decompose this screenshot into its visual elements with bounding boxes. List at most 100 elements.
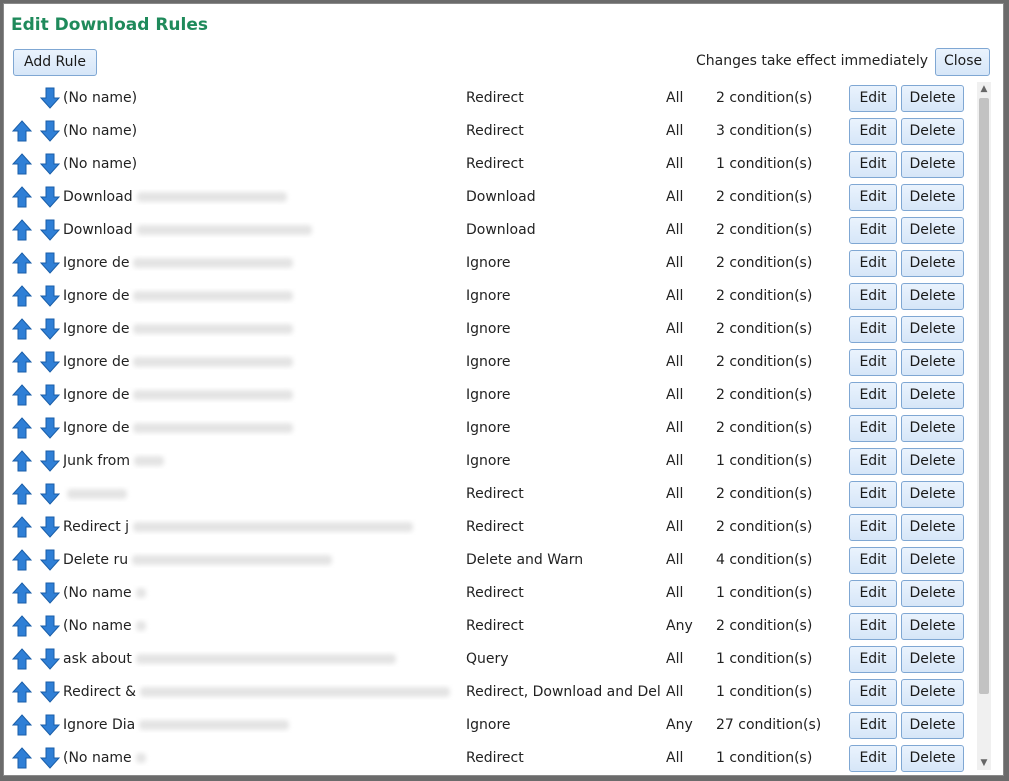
rule-conditions: 2 condition(s) <box>716 387 813 403</box>
delete-button[interactable]: Delete <box>901 514 964 541</box>
arrow-up-icon[interactable] <box>12 516 32 538</box>
arrow-down-icon[interactable] <box>40 483 60 505</box>
arrow-up-icon[interactable] <box>12 483 32 505</box>
rule-conditions: 1 condition(s) <box>716 156 813 172</box>
rule-conditions: 2 condition(s) <box>716 519 813 535</box>
delete-button[interactable]: Delete <box>901 580 964 607</box>
rule-action: Download <box>466 222 536 238</box>
arrow-down-icon[interactable] <box>40 615 60 637</box>
arrow-up-icon[interactable] <box>12 120 32 142</box>
delete-button[interactable]: Delete <box>901 712 964 739</box>
arrow-down-icon[interactable] <box>40 219 60 241</box>
delete-button[interactable]: Delete <box>901 613 964 640</box>
edit-button[interactable]: Edit <box>849 613 897 640</box>
arrow-down-icon[interactable] <box>40 252 60 274</box>
arrow-down-icon[interactable] <box>40 153 60 175</box>
delete-button[interactable]: Delete <box>901 415 964 442</box>
delete-button[interactable]: Delete <box>901 316 964 343</box>
delete-button[interactable]: Delete <box>901 745 964 772</box>
arrow-down-icon[interactable] <box>40 384 60 406</box>
arrow-up-icon[interactable] <box>12 681 32 703</box>
edit-button[interactable]: Edit <box>849 316 897 343</box>
add-rule-button[interactable]: Add Rule <box>13 49 97 76</box>
delete-button[interactable]: Delete <box>901 481 964 508</box>
arrow-up-icon[interactable] <box>12 285 32 307</box>
close-button[interactable]: Close <box>935 48 990 76</box>
arrow-down-icon[interactable] <box>40 87 60 109</box>
scroll-down-arrow-icon[interactable]: ▼ <box>977 756 991 770</box>
edit-button[interactable]: Edit <box>849 382 897 409</box>
edit-button[interactable]: Edit <box>849 580 897 607</box>
arrow-down-icon[interactable] <box>40 351 60 373</box>
arrow-down-icon[interactable] <box>40 450 60 472</box>
edit-button[interactable]: Edit <box>849 85 897 112</box>
arrow-up-icon[interactable] <box>12 549 32 571</box>
edit-button[interactable]: Edit <box>849 184 897 211</box>
arrow-up-icon[interactable] <box>12 648 32 670</box>
delete-button[interactable]: Delete <box>901 679 964 706</box>
arrow-down-icon[interactable] <box>40 417 60 439</box>
scroll-thumb[interactable] <box>979 98 989 694</box>
edit-button[interactable]: Edit <box>849 217 897 244</box>
delete-button[interactable]: Delete <box>901 85 964 112</box>
arrow-up-icon[interactable] <box>12 252 32 274</box>
delete-button[interactable]: Delete <box>901 250 964 277</box>
edit-button[interactable]: Edit <box>849 118 897 145</box>
edit-button[interactable]: Edit <box>849 151 897 178</box>
edit-button[interactable]: Edit <box>849 514 897 541</box>
arrow-up-icon[interactable] <box>12 384 32 406</box>
arrow-up-icon[interactable] <box>12 153 32 175</box>
arrow-down-icon[interactable] <box>40 648 60 670</box>
edit-button[interactable]: Edit <box>849 712 897 739</box>
arrow-up-icon[interactable] <box>12 318 32 340</box>
delete-button[interactable]: Delete <box>901 547 964 574</box>
arrow-up-icon[interactable] <box>12 582 32 604</box>
arrow-up-icon[interactable] <box>12 186 32 208</box>
edit-button[interactable]: Edit <box>849 349 897 376</box>
vertical-scrollbar[interactable]: ▲ ▼ <box>977 82 991 770</box>
delete-button[interactable]: Delete <box>901 349 964 376</box>
arrow-down-icon[interactable] <box>40 285 60 307</box>
edit-button[interactable]: Edit <box>849 415 897 442</box>
delete-button[interactable]: Delete <box>901 283 964 310</box>
arrow-down-icon[interactable] <box>40 318 60 340</box>
arrow-up-icon[interactable] <box>12 417 32 439</box>
delete-button[interactable]: Delete <box>901 646 964 673</box>
arrow-down-icon[interactable] <box>40 120 60 142</box>
arrow-up-icon[interactable] <box>12 219 32 241</box>
arrow-down-icon[interactable] <box>40 681 60 703</box>
delete-button[interactable]: Delete <box>901 184 964 211</box>
edit-button[interactable]: Edit <box>849 646 897 673</box>
arrow-up-icon[interactable] <box>12 615 32 637</box>
rule-name-text: Junk from <box>63 453 131 469</box>
arrow-down-icon[interactable] <box>40 516 60 538</box>
rule-name: Redirect j <box>63 519 461 535</box>
edit-button[interactable]: Edit <box>849 547 897 574</box>
edit-button[interactable]: Edit <box>849 481 897 508</box>
edit-button[interactable]: Edit <box>849 283 897 310</box>
arrow-down-icon[interactable] <box>40 582 60 604</box>
delete-button[interactable]: Delete <box>901 217 964 244</box>
arrow-down-icon[interactable] <box>40 549 60 571</box>
arrow-up-icon[interactable] <box>12 450 32 472</box>
arrow-down-icon[interactable] <box>40 186 60 208</box>
edit-button[interactable]: Edit <box>849 745 897 772</box>
arrow-up-icon[interactable] <box>12 747 32 769</box>
rule-match: All <box>666 750 684 766</box>
edit-button[interactable]: Edit <box>849 250 897 277</box>
rule-name-text: (No name <box>63 585 132 601</box>
arrow-down-icon[interactable] <box>40 747 60 769</box>
rule-conditions: 2 condition(s) <box>716 618 813 634</box>
edit-button[interactable]: Edit <box>849 679 897 706</box>
delete-button[interactable]: Delete <box>901 382 964 409</box>
rule-name: (No name <box>63 585 461 601</box>
arrow-up-icon[interactable] <box>12 351 32 373</box>
delete-button[interactable]: Delete <box>901 151 964 178</box>
arrow-down-icon[interactable] <box>40 714 60 736</box>
edit-button[interactable]: Edit <box>849 448 897 475</box>
delete-button[interactable]: Delete <box>901 118 964 145</box>
rule-match: Any <box>666 717 693 733</box>
delete-button[interactable]: Delete <box>901 448 964 475</box>
scroll-up-arrow-icon[interactable]: ▲ <box>977 82 991 96</box>
arrow-up-icon[interactable] <box>12 714 32 736</box>
